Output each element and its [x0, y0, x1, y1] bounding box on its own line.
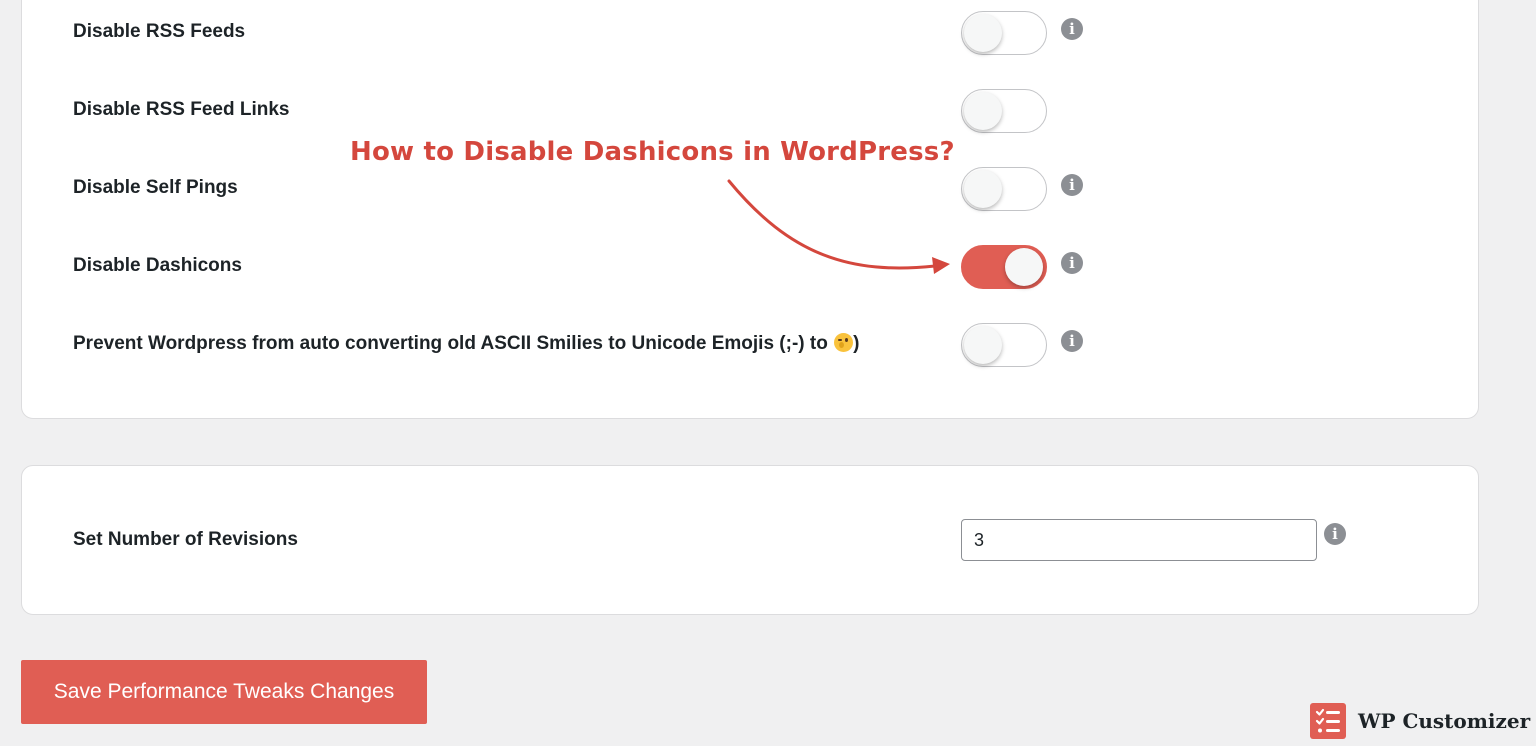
- info-icon[interactable]: i: [1061, 252, 1083, 274]
- brand-name: WP Customizer: [1358, 709, 1531, 733]
- setting-row-disable-self-pings: Disable Self Pings i: [22, 167, 1478, 211]
- setting-label: Disable RSS Feed Links: [73, 99, 290, 120]
- revisions-label: Set Number of Revisions: [73, 529, 298, 550]
- info-icon[interactable]: i: [1061, 174, 1083, 196]
- setting-row-disable-rss-feed-links: Disable RSS Feed Links: [22, 89, 1478, 133]
- setting-label-end: ): [853, 333, 860, 354]
- revisions-card: Set Number of Revisions i: [21, 465, 1479, 615]
- setting-row-disable-rss-feeds: Disable RSS Feeds i: [22, 11, 1478, 55]
- disable-dashicons-toggle[interactable]: [961, 245, 1047, 289]
- toggle-knob: [964, 14, 1002, 52]
- info-icon[interactable]: i: [1061, 330, 1083, 352]
- setting-label-text: Prevent Wordpress from auto converting o…: [73, 333, 828, 354]
- setting-label: Disable Self Pings: [73, 177, 238, 198]
- disable-self-pings-toggle[interactable]: [961, 167, 1047, 211]
- setting-row-prevent-emoji-conversion: Prevent Wordpress from auto converting o…: [22, 323, 1478, 367]
- toggle-knob: [1005, 248, 1043, 286]
- info-icon[interactable]: i: [1061, 18, 1083, 40]
- toggle-knob: [964, 92, 1002, 130]
- setting-label: Prevent Wordpress from auto converting o…: [73, 333, 859, 355]
- toggle-knob: [964, 170, 1002, 208]
- setting-label: Disable RSS Feeds: [73, 21, 246, 42]
- revisions-number-input[interactable]: [961, 519, 1317, 561]
- setting-row-disable-dashicons: Disable Dashicons i: [22, 245, 1478, 289]
- winking-face-emoji-icon: [834, 333, 854, 352]
- setting-label: Disable Dashicons: [73, 255, 242, 276]
- annotation-title: How to Disable Dashicons in WordPress?: [350, 137, 955, 167]
- toggle-knob: [964, 326, 1002, 364]
- save-performance-tweaks-button[interactable]: Save Performance Tweaks Changes: [21, 660, 427, 724]
- info-icon[interactable]: i: [1324, 523, 1346, 545]
- disable-rss-feed-links-toggle[interactable]: [961, 89, 1047, 133]
- prevent-emoji-conversion-toggle[interactable]: [961, 323, 1047, 367]
- settings-card: Disable RSS Feeds i Disable RSS Feed Lin…: [21, 0, 1479, 419]
- checklist-icon: [1310, 703, 1346, 739]
- brand-watermark: WP Customizer: [1310, 703, 1530, 739]
- disable-rss-feeds-toggle[interactable]: [961, 11, 1047, 55]
